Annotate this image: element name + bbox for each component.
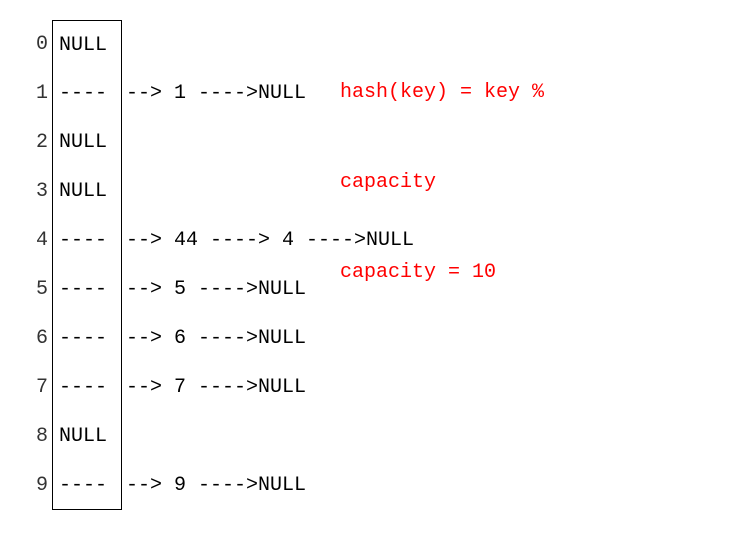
chain-content: --> 9 ---->NULL: [122, 474, 306, 497]
table-row: 8 NULL: [20, 412, 716, 461]
bucket-cell: ----: [52, 69, 122, 118]
bucket-cell: ----: [52, 461, 122, 510]
bucket-cell: ----: [52, 265, 122, 314]
bucket-index: 9: [20, 474, 52, 497]
bucket-index: 8: [20, 425, 52, 448]
hash-formula: hash(key) = key % capacity capacity = 10: [340, 18, 544, 318]
bucket-cell: ----: [52, 216, 122, 265]
chain-content: --> 5 ---->NULL: [122, 278, 306, 301]
bucket-cell: NULL: [52, 167, 122, 216]
bucket-cell: NULL: [52, 412, 122, 461]
bucket-index: 3: [20, 180, 52, 203]
bucket-index: 1: [20, 82, 52, 105]
bucket-cell: NULL: [52, 118, 122, 167]
table-row: 7 ---- --> 7 ---->NULL: [20, 363, 716, 412]
chain-content: --> 1 ---->NULL: [122, 82, 306, 105]
chain-content: --> 7 ---->NULL: [122, 376, 306, 399]
bucket-index: 0: [20, 33, 52, 56]
bucket-cell: ----: [52, 314, 122, 363]
bucket-index: 6: [20, 327, 52, 350]
table-row: 6 ---- --> 6 ---->NULL: [20, 314, 716, 363]
formula-line: hash(key) = key %: [340, 78, 544, 108]
table-row: 9 ---- --> 9 ---->NULL: [20, 461, 716, 510]
bucket-cell: NULL: [52, 20, 122, 69]
bucket-cell: ----: [52, 363, 122, 412]
bucket-index: 5: [20, 278, 52, 301]
bucket-index: 2: [20, 131, 52, 154]
formula-line: capacity: [340, 168, 544, 198]
bucket-index: 4: [20, 229, 52, 252]
bucket-index: 7: [20, 376, 52, 399]
chain-content: --> 6 ---->NULL: [122, 327, 306, 350]
formula-line: capacity = 10: [340, 258, 544, 288]
